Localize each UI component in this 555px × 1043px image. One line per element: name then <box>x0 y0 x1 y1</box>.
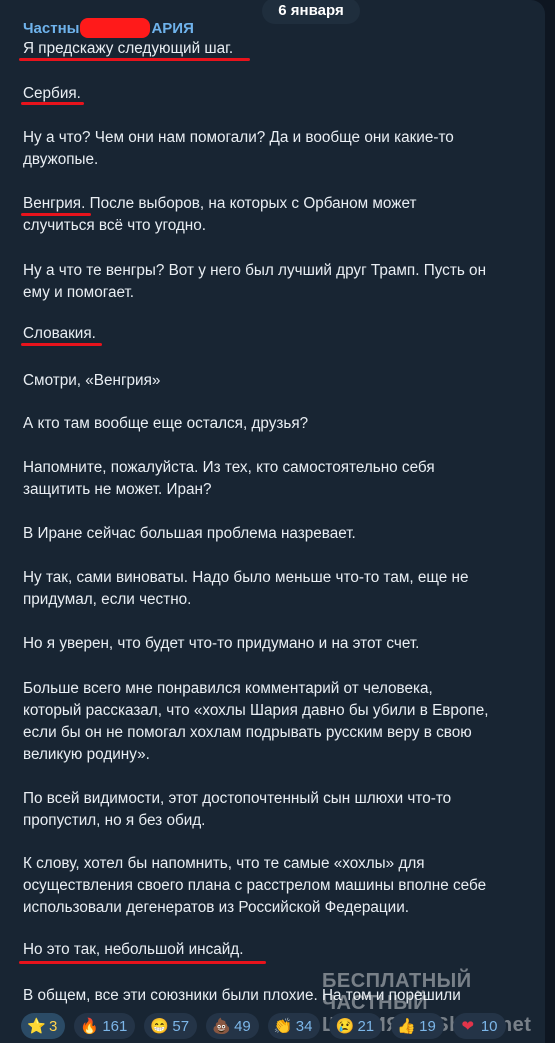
message-line: Смотри, «Венгрия» <box>23 372 161 389</box>
red-underline <box>19 961 266 964</box>
thumbs-up-icon: 👍 <box>397 1018 416 1035</box>
red-underline <box>21 213 91 216</box>
message-line: использовали дегенератов из Российской Ф… <box>23 899 410 916</box>
message-line: великую родину». <box>23 746 150 763</box>
reaction-heart[interactable]: ❤ 10 <box>452 1013 506 1039</box>
message-line: Ну а что? Чем они нам помогали? Да и воо… <box>23 129 454 146</box>
message-line: который рассказал, что «хохлы Шария давн… <box>23 702 489 719</box>
reaction-count: 57 <box>172 1017 190 1035</box>
message-line: пропустил, но я без обид. <box>23 812 206 829</box>
message-line: Я предскажу следующий шаг. <box>23 40 234 57</box>
message-line: Ну так, сами виноваты. Надо было меньше … <box>23 569 469 586</box>
cry-icon: 😢 <box>335 1018 355 1035</box>
message-line: Напомните, пожалуйста. Из тех, кто самос… <box>23 459 435 476</box>
message-line: В Иране сейчас большая проблема назревае… <box>23 525 356 542</box>
red-underline <box>19 58 250 61</box>
message-line: По всей видимости, этот достопочтенный с… <box>23 790 452 807</box>
message-line: защитить не может. Иран? <box>23 481 212 498</box>
reaction-grin[interactable]: 😁 57 <box>144 1013 198 1039</box>
heart-icon: ❤ <box>461 1018 475 1035</box>
sender-name-start: Частны <box>23 19 80 37</box>
date-badge: 6 января <box>262 0 360 24</box>
message-line: осуществления своего плана с расстрелом … <box>23 877 487 894</box>
message-line: ему и помогает. <box>23 284 135 301</box>
reaction-count: 49 <box>234 1017 251 1035</box>
message-line: Сербия. <box>23 85 81 102</box>
fire-icon: 🔥 <box>80 1018 100 1035</box>
clap-icon: 👏 <box>273 1018 293 1035</box>
message-line: Но это так, небольшой инсайд. <box>23 941 244 958</box>
reactions-bar: ⭐ 3 🔥 161 😁 57 💩 49 👏 34 😢 21 👍 19 ❤ 10 <box>21 1013 506 1039</box>
message-line: придумал, если честно. <box>23 591 192 608</box>
reaction-count: 3 <box>49 1017 58 1035</box>
reaction-thumbs-up[interactable]: 👍 19 <box>391 1013 444 1039</box>
message-line: случиться всё что угодно. <box>23 217 207 234</box>
message-line: Словакия. <box>23 325 96 342</box>
message-line: Но я уверен, что будет что-то придумано … <box>23 635 420 652</box>
message-line: А кто там вообще еще остался, друзья? <box>23 415 309 432</box>
reaction-count: 21 <box>357 1017 375 1035</box>
star-icon: ⭐ <box>27 1018 46 1035</box>
reaction-count: 19 <box>419 1017 436 1035</box>
reaction-poop[interactable]: 💩 49 <box>206 1013 259 1039</box>
message-line: В общем, все эти союзники были плохие. Н… <box>23 987 461 1004</box>
reaction-count: 161 <box>102 1017 128 1035</box>
message-line: Венгрия. После выборов, на которых с Орб… <box>23 195 417 212</box>
message-bubble[interactable]: Частны АРИЯ Я предскажу следующий шаг. С… <box>0 0 545 1043</box>
reaction-clap[interactable]: 👏 34 <box>267 1013 321 1039</box>
red-underline <box>21 102 84 105</box>
message-line: Ну а что те венгры? Вот у него был лучши… <box>23 262 487 279</box>
reaction-star[interactable]: ⭐ 3 <box>21 1013 66 1039</box>
message-line: К слову, хотел бы напомнить, что те самы… <box>23 855 425 872</box>
message-line: если бы он не помогал хохлам подрывать р… <box>23 724 472 741</box>
reaction-fire[interactable]: 🔥 161 <box>74 1013 136 1039</box>
reaction-count: 34 <box>295 1017 313 1035</box>
sender-name[interactable]: Частны АРИЯ <box>23 18 194 38</box>
redaction-mark <box>80 18 151 38</box>
reaction-count: 10 <box>480 1017 498 1035</box>
reaction-cry[interactable]: 😢 21 <box>329 1013 383 1039</box>
grin-icon: 😁 <box>150 1018 170 1035</box>
message-line: двужопые. <box>23 151 99 168</box>
message-line: Больше всего мне понравился комментарий … <box>23 680 433 697</box>
red-underline <box>21 343 102 346</box>
sender-name-end: АРИЯ <box>151 19 194 37</box>
poop-icon: 💩 <box>212 1018 231 1035</box>
